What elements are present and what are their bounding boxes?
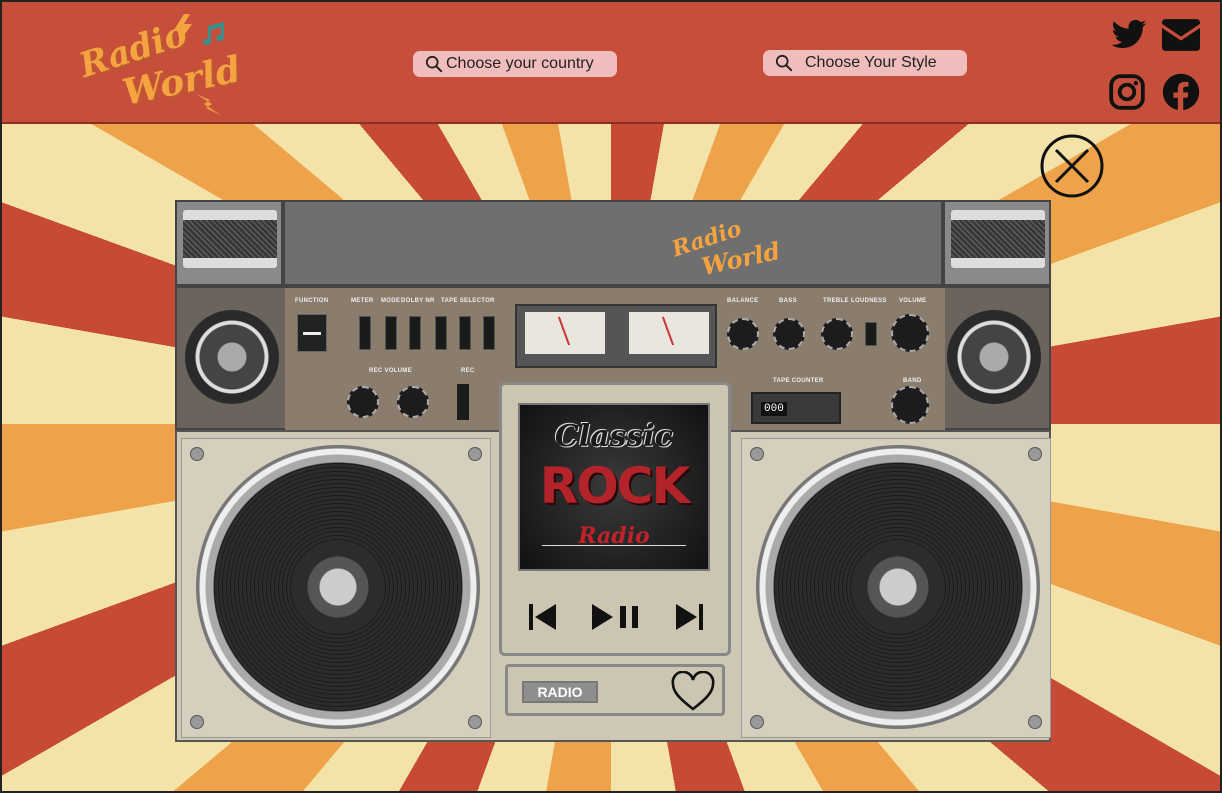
tape-counter-value: 000 — [761, 402, 787, 416]
screw — [190, 715, 204, 729]
left-speaker-frame — [181, 438, 491, 738]
balance-label: BALANCE — [727, 298, 759, 304]
tape-counter: 000 — [751, 392, 841, 424]
screw — [1028, 447, 1042, 461]
play-pause-button[interactable] — [588, 600, 644, 634]
style-search-label: Choose Your Style — [805, 54, 937, 71]
close-modal-button[interactable] — [1039, 133, 1105, 199]
function-label: FUNCTION — [295, 298, 329, 304]
function-switch[interactable] — [297, 314, 327, 352]
treble-label: TREBLE — [823, 298, 849, 304]
screw — [190, 447, 204, 461]
station-title-radio: Radio — [578, 523, 650, 549]
station-display: Classic ROCK Radio — [518, 403, 710, 571]
player-center-unit: Classic ROCK Radio — [499, 382, 731, 656]
rec-label: REC — [461, 368, 475, 374]
site-logo[interactable]: Radio World — [70, 10, 244, 120]
treble-knob[interactable] — [821, 318, 853, 350]
twitter-icon — [1111, 19, 1147, 48]
tape-metal-slider[interactable] — [483, 316, 495, 350]
volume-label: VOLUME — [899, 298, 927, 304]
instagram-icon — [1109, 74, 1145, 110]
band-knob[interactable] — [891, 386, 929, 424]
tape-crO2-slider[interactable] — [459, 316, 471, 350]
right-speaker-frame — [741, 438, 1051, 738]
country-search-button[interactable]: Choose your country — [413, 51, 617, 77]
bass-knob[interactable] — [773, 318, 805, 350]
station-artwork: Classic ROCK Radio — [520, 405, 708, 569]
country-search-label: Choose your country — [446, 55, 594, 72]
facebook-icon — [1162, 73, 1200, 111]
previous-button[interactable] — [526, 600, 560, 634]
rec-volume-label: REC VOLUME — [369, 368, 413, 374]
rec-switch[interactable] — [457, 384, 469, 420]
playback-controls — [526, 597, 706, 637]
station-title-classic: Classic — [554, 419, 674, 454]
twitter-link[interactable] — [1110, 16, 1148, 54]
screw — [1028, 715, 1042, 729]
vu-meter-left — [525, 312, 605, 354]
station-title-rock: ROCK — [539, 457, 690, 515]
tape-normal-slider[interactable] — [435, 316, 447, 350]
loudness-switch[interactable] — [865, 322, 877, 346]
music-note-icon — [203, 22, 224, 45]
band-label: BAND — [903, 378, 922, 384]
search-icon — [425, 55, 443, 73]
screw — [468, 715, 482, 729]
boombox-speaker-body: Classic ROCK Radio RADIO — [175, 382, 1051, 742]
mail-icon — [1162, 19, 1200, 51]
right-tweeter — [947, 310, 1041, 404]
rec-volume-left-knob[interactable] — [347, 386, 379, 418]
right-woofer — [756, 445, 1040, 729]
tape-selector-label: TAPE SELECTOR — [441, 298, 495, 304]
left-woofer — [196, 445, 480, 729]
facebook-link[interactable] — [1162, 73, 1200, 111]
mode-label: MODE — [381, 298, 401, 304]
lightning-icon — [174, 14, 192, 44]
instagram-link[interactable] — [1108, 73, 1146, 111]
balance-knob[interactable] — [727, 318, 759, 350]
dolby-label: DOLBY NR — [401, 298, 435, 304]
meter-label: METER — [351, 298, 374, 304]
vu-meter-right — [629, 312, 709, 354]
favorite-button[interactable] — [670, 670, 716, 713]
next-button[interactable] — [672, 600, 706, 634]
rec-volume-right-knob[interactable] — [397, 386, 429, 418]
heart-icon — [671, 670, 715, 711]
tape-counter-label: TAPE COUNTER — [773, 378, 824, 384]
boombox-player: Radio World FUNCTION METER MODE DOLBY NR… — [175, 200, 1051, 742]
volume-knob[interactable] — [891, 314, 929, 352]
boombox-logo: Radio World — [665, 210, 783, 281]
skip-next-icon — [676, 604, 703, 630]
play-pause-icon — [592, 604, 638, 630]
screw — [468, 447, 482, 461]
search-icon — [775, 54, 793, 72]
email-link[interactable] — [1162, 18, 1200, 52]
screw — [750, 715, 764, 729]
lightning-icon — [196, 94, 222, 116]
radio-mode-label[interactable]: RADIO — [522, 681, 598, 703]
boombox-left-handle — [175, 200, 283, 286]
mode-slider[interactable] — [385, 316, 397, 350]
close-icon — [1040, 134, 1104, 198]
loudness-label: LOUDNESS — [851, 298, 887, 304]
mode-panel: RADIO — [505, 664, 725, 716]
boombox-right-handle — [943, 200, 1051, 286]
meter-slider[interactable] — [359, 316, 371, 350]
dolby-slider[interactable] — [409, 316, 421, 350]
skip-previous-icon — [529, 604, 556, 630]
left-tweeter — [185, 310, 279, 404]
vu-meter — [515, 304, 717, 368]
bass-label: BASS — [779, 298, 797, 304]
screw — [750, 447, 764, 461]
site-header: Radio World Choose your country Choose Y… — [0, 0, 1222, 124]
style-search-button[interactable]: Choose Your Style — [763, 50, 967, 76]
boombox-top-panel: Radio World — [283, 200, 1043, 286]
